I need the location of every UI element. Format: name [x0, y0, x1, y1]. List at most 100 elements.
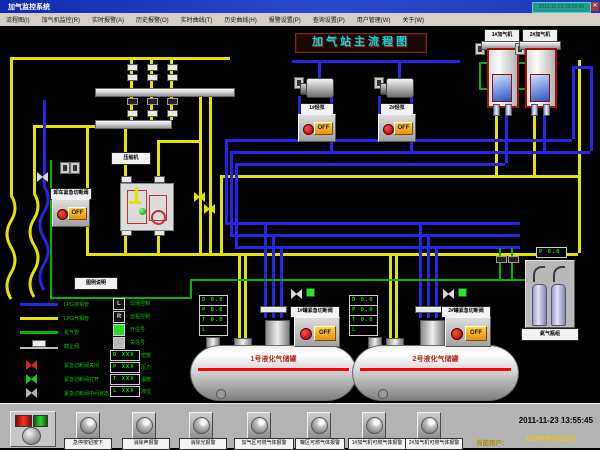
compressor-art: [129, 201, 141, 204]
pipe: [318, 60, 321, 78]
legend-valve-open-icon: [26, 374, 37, 384]
tank2-valve-panel: OFF: [445, 317, 491, 347]
menu-item-history-alarm[interactable]: 历史报警(O): [130, 15, 175, 24]
tank-level-line: [360, 368, 511, 371]
valve-icon: [167, 98, 178, 105]
legend-line-nitrogen: [20, 331, 58, 334]
tank1-level: L 0.00: [199, 325, 228, 336]
pipe: [389, 253, 392, 338]
menu-item-dispenser-monitor[interactable]: 加气机监控(R): [36, 15, 86, 24]
alarm-button-filling-area-gas[interactable]: [247, 412, 271, 440]
legend-label: 压力: [141, 364, 151, 371]
menu-item-about[interactable]: 关于(W): [396, 15, 430, 24]
titlebar-clock: 2011-11-23 13:55:45: [532, 2, 591, 13]
tank2-valve-off-button[interactable]: OFF: [465, 326, 487, 341]
button-knob: [421, 417, 438, 434]
alarm-button-panel: 急停按钮按下 消除声报警 消除光报警 加气区可燃气体报警 罐区可燃气体报警 1#…: [0, 403, 600, 448]
legend-temperature-box: T XXX: [110, 374, 140, 385]
alarm-button-dispenser2-gas[interactable]: [417, 412, 441, 440]
menu-item-flowchart[interactable]: 流程图(I): [0, 15, 36, 24]
pipe: [10, 57, 13, 195]
tank2-label: 2号液化气储罐: [353, 354, 518, 364]
tank-manway: [265, 320, 290, 348]
pump2-off-button[interactable]: OFF: [394, 122, 413, 135]
dispenser2-body: [525, 48, 557, 108]
pipe: [235, 163, 505, 166]
compressor-unit: [120, 183, 174, 231]
dispenser-hose-stub: [493, 104, 500, 116]
button-knob: [251, 417, 268, 434]
menu-item-realtime-alarm[interactable]: 实时报警(A): [86, 15, 130, 24]
legend-line-liquid: [20, 303, 58, 306]
master-knob[interactable]: [22, 427, 41, 445]
pipe: [220, 175, 578, 178]
close-icon[interactable]: ✕: [591, 2, 599, 11]
alarm-button-tank-area-gas[interactable]: [307, 412, 331, 440]
nitrogen-pressure: P 0.0: [536, 247, 567, 258]
pipe: [479, 88, 487, 90]
legend-label: 紧急切断阀关闭: [64, 362, 99, 369]
tank1-valve-off-button[interactable]: OFF: [314, 326, 336, 341]
status-datetime: 2011-11-23 13:55:45: [488, 416, 593, 425]
pump2-panel: OFF: [378, 114, 416, 142]
tank-drain: [216, 389, 226, 399]
pipe: [543, 113, 546, 151]
menu-item-alarm-settings[interactable]: 报警设置(P): [263, 15, 307, 24]
compressor-fan-icon: [151, 210, 166, 225]
alarm-button-label: 1#加气机可燃气体报警: [348, 438, 406, 450]
valve-icon: [508, 256, 519, 263]
legend-density-box: D XXX: [110, 350, 140, 361]
menu-item-realtime-trend[interactable]: 实时曲线(T): [175, 15, 219, 24]
alarm-button-label: 消除声报警: [122, 438, 170, 450]
nitrogen-cabinet: [525, 260, 575, 328]
legend-remote-icon: R: [113, 311, 125, 323]
alarm-button-mute-sound[interactable]: [132, 412, 156, 440]
menu-item-user-management[interactable]: 用户管理(W): [351, 15, 397, 24]
pipe: [479, 62, 481, 90]
legend-title: 图例说明: [74, 277, 118, 290]
legend-label: 温度: [141, 376, 151, 383]
tank2-level: L 0.00: [349, 325, 378, 336]
tank-level-line: [198, 368, 349, 371]
process-diagram: 加气站主流程图 压缩机 卸车紧急切断阀 OFF 1#烃泵 OFF: [0, 26, 600, 403]
pump-motor: [306, 78, 334, 98]
pipe: [209, 95, 212, 253]
legend-local-icon: L: [113, 298, 125, 310]
menu-item-query-settings[interactable]: 查询设置(P): [307, 15, 351, 24]
menu-item-history-trend[interactable]: 历史曲线(H): [218, 15, 262, 24]
pump1-off-button[interactable]: OFF: [314, 122, 333, 135]
legend-open-signal-icon: [113, 324, 125, 336]
legend-label: 氮气管: [64, 329, 79, 336]
alarm-button-mute-light[interactable]: [189, 412, 213, 440]
button-knob: [136, 417, 153, 434]
legend-label: 紧急切断阀打开: [64, 376, 99, 383]
alarm-button-dispenser1-gas[interactable]: [362, 412, 386, 440]
green-lamp: [33, 415, 48, 427]
legend-label: 开信号: [130, 326, 145, 333]
unloading-manifold: [95, 88, 235, 97]
current-user-label: 当前用户：: [476, 437, 509, 447]
pipe: [235, 246, 520, 249]
unloading-valve-off-button[interactable]: OFF: [68, 207, 87, 220]
valve-icon: [127, 74, 138, 81]
dispenser-hose-stub: [505, 104, 512, 116]
valve-status-light: [451, 328, 463, 340]
master-control-panel: [10, 411, 56, 447]
legend-label: 截止阀: [64, 343, 79, 350]
legend-label: LPG气相管: [64, 315, 89, 322]
pump-status-light: [383, 124, 394, 135]
pipe: [190, 279, 528, 281]
compressor-status-light: [139, 208, 146, 215]
pipe: [533, 113, 536, 175]
alarm-button-estop[interactable]: [76, 412, 100, 440]
pipe: [225, 222, 520, 225]
pipe: [590, 66, 593, 151]
pipe: [190, 279, 192, 299]
unloading-valve-panel: OFF: [52, 199, 90, 227]
pipe: [572, 66, 575, 139]
open-signal-indicator: [458, 288, 467, 297]
legend-close-signal-icon: [113, 337, 125, 349]
alarm-button-label: 加气区可燃气体报警: [234, 438, 294, 450]
flange-icon: [260, 306, 287, 313]
valve-icon: [147, 74, 158, 81]
